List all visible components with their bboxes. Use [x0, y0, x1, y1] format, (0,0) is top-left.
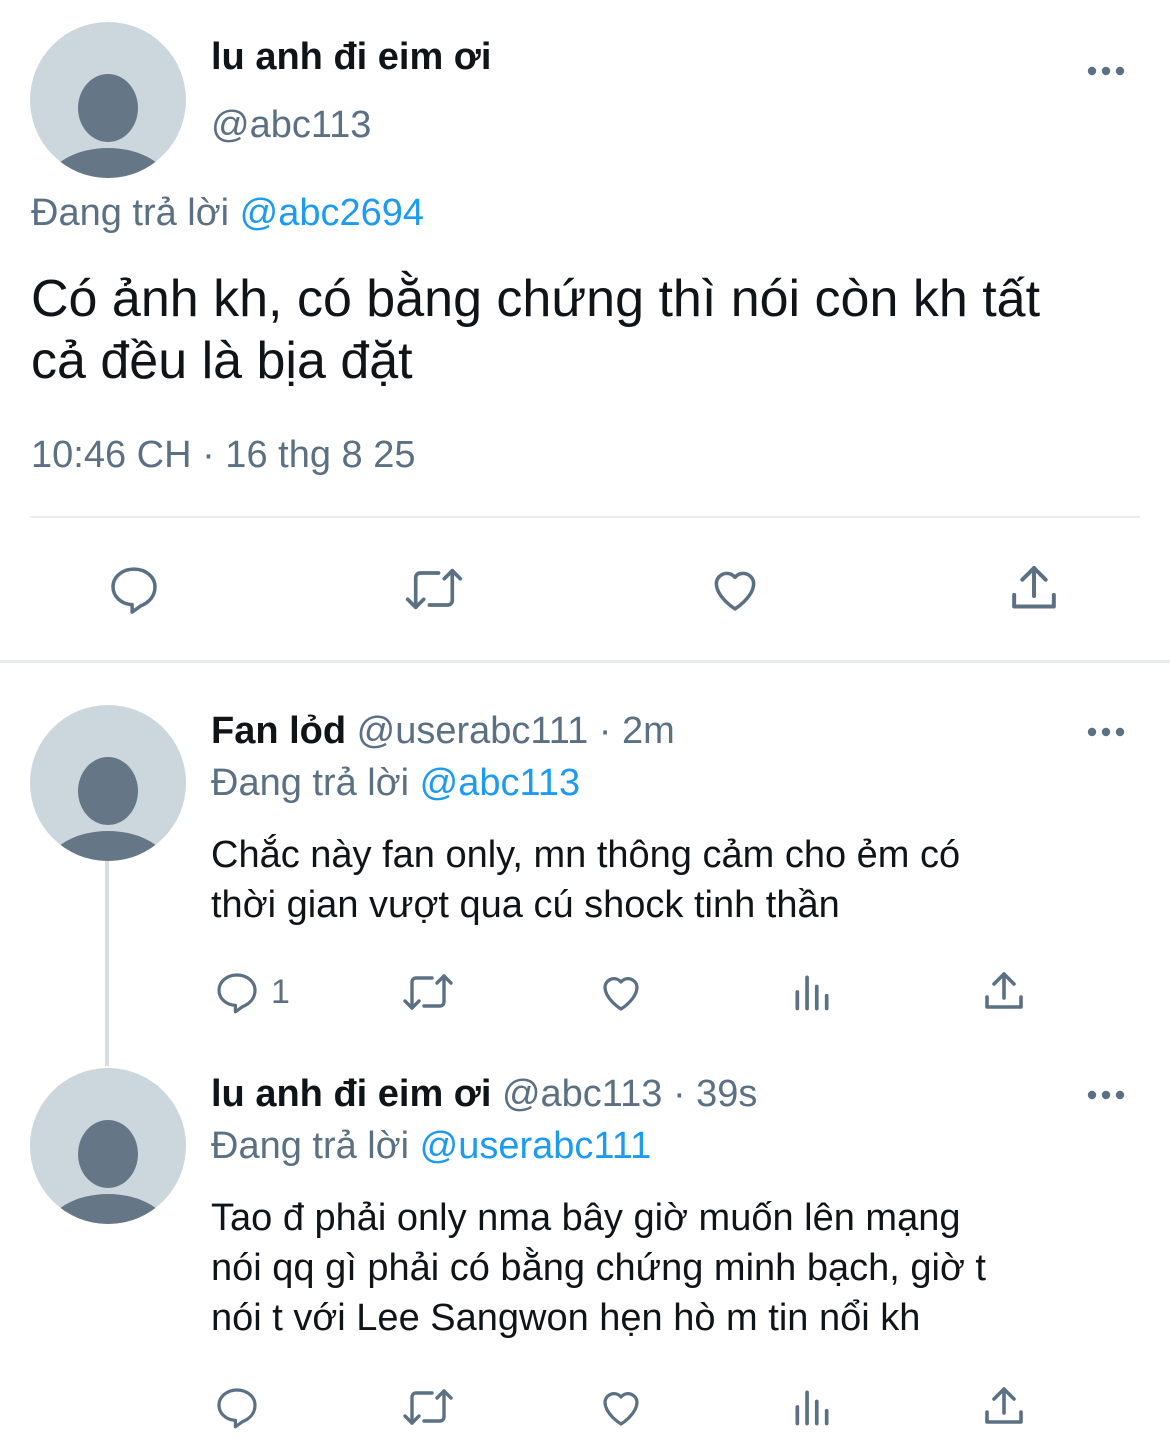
reply-icon[interactable] — [213, 1383, 261, 1431]
tweet-time[interactable]: · 2m — [599, 710, 675, 752]
reply-icon[interactable] — [106, 561, 162, 617]
avatar[interactable] — [30, 22, 186, 178]
timestamp[interactable]: 10:46 CH · 16 thg 8 25 — [31, 434, 415, 477]
display-name[interactable]: Fan lỏd — [211, 710, 346, 752]
reply-prefix: Đang trả lời — [211, 762, 410, 804]
share-icon[interactable] — [980, 968, 1028, 1016]
retweet-icon[interactable] — [402, 561, 466, 617]
reply-context: Đang trả lời @abc113 — [211, 762, 580, 805]
tweet-text: Tao đ phải only nma bây giờ muốn lên mạn… — [211, 1193, 986, 1343]
tweet-text-line: thời gian vượt qua cú shock tinh thần — [211, 884, 840, 926]
tweet-header: Fan lỏd @userabc111 · 2m — [211, 710, 675, 753]
tweet-text: Có ảnh kh, có bằng chứng thì nói còn kh … — [31, 268, 1040, 392]
retweet-icon[interactable] — [400, 968, 456, 1016]
reply-icon[interactable]: 1 — [213, 968, 290, 1016]
tweet-text-line: nói qq gì phải có bằng chứng minh bạch, … — [211, 1247, 986, 1289]
display-name[interactable]: lu anh đi eim ơi — [211, 1073, 491, 1115]
like-icon[interactable] — [706, 561, 764, 617]
tweet-header: lu anh đi eim ơi @abc113 · 39s — [211, 1073, 757, 1116]
tweet-text-line: Có ảnh kh, có bằng chứng thì nói còn kh … — [31, 270, 1041, 328]
views-icon[interactable] — [790, 1385, 834, 1429]
share-icon[interactable] — [980, 1383, 1028, 1431]
reply-prefix: Đang trả lời — [31, 192, 230, 234]
thread-line — [105, 860, 109, 1066]
share-icon[interactable] — [1006, 561, 1062, 617]
reply-context: Đang trả lời @abc2694 — [31, 192, 424, 235]
avatar[interactable] — [30, 705, 186, 861]
like-icon[interactable] — [596, 968, 646, 1016]
reply-count: 1 — [271, 972, 290, 1011]
handle[interactable]: @abc113 — [211, 104, 371, 147]
more-icon[interactable] — [1086, 64, 1126, 83]
more-icon[interactable] — [1086, 725, 1126, 744]
display-name[interactable]: lu anh đi eim ơi — [211, 36, 491, 79]
views-icon[interactable] — [790, 970, 834, 1014]
avatar[interactable] — [30, 1068, 186, 1224]
reply-to-link[interactable]: @abc2694 — [240, 192, 424, 234]
reply-to-link[interactable]: @userabc111 — [420, 1125, 652, 1167]
tweet-time[interactable]: · 39s — [673, 1073, 757, 1115]
reply-to-link[interactable]: @abc113 — [420, 762, 580, 804]
retweet-icon[interactable] — [400, 1383, 456, 1431]
handle[interactable]: @userabc111 — [357, 710, 589, 752]
tweet-text-line: cả đều là bịa đặt — [31, 332, 413, 390]
tweet-text-line: Tao đ phải only nma bây giờ muốn lên mạn… — [211, 1197, 961, 1239]
reply-prefix: Đang trả lời — [211, 1125, 410, 1167]
section-divider — [0, 660, 1170, 663]
divider — [30, 516, 1140, 518]
tweet-text-line: nói t với Lee Sangwon hẹn hò m tin nổi k… — [211, 1297, 921, 1339]
reply-context: Đang trả lời @userabc111 — [211, 1125, 651, 1168]
more-icon[interactable] — [1086, 1088, 1126, 1107]
tweet-text-line: Chắc này fan only, mn thông cảm cho ẻm c… — [211, 834, 961, 876]
tweet-text: Chắc này fan only, mn thông cảm cho ẻm c… — [211, 830, 960, 930]
like-icon[interactable] — [596, 1383, 646, 1431]
handle[interactable]: @abc113 — [502, 1073, 662, 1115]
